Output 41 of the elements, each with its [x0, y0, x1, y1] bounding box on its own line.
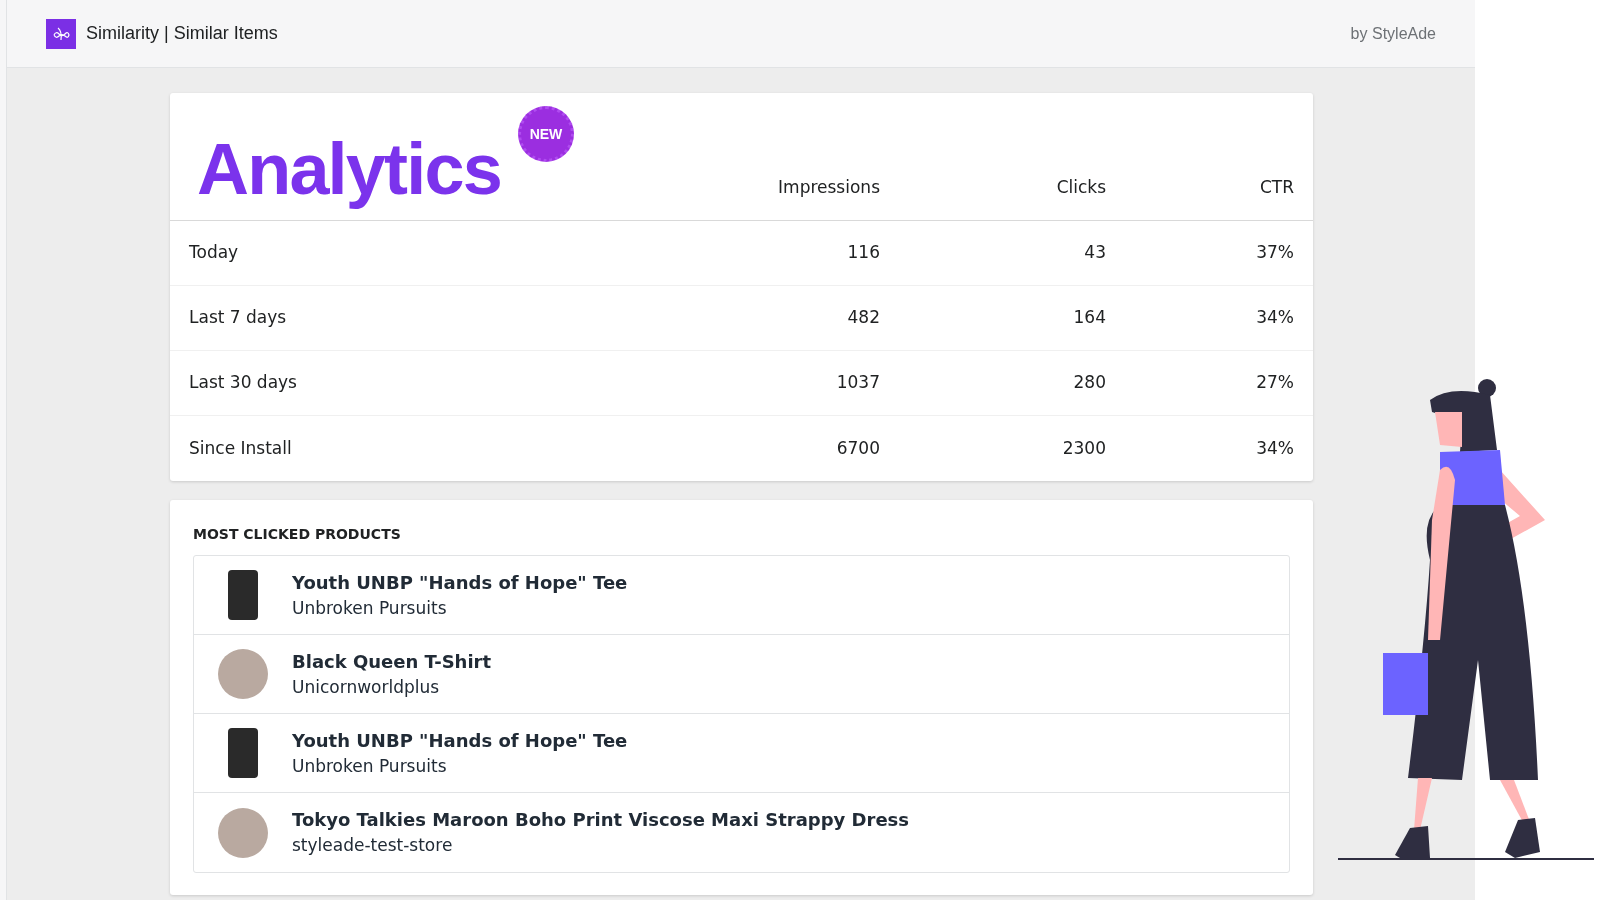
table-cell-text: 482 — [846, 306, 880, 330]
column-header: Clicks — [1055, 175, 1106, 199]
app-title: Similarity | Similar Items — [86, 22, 278, 45]
table-cell-text: 34% — [1255, 306, 1294, 330]
table-cell-text: 2300 — [1061, 436, 1106, 460]
table-cell-text: 6700 — [835, 436, 880, 460]
table-cell-text: 116 — [846, 241, 880, 265]
logo-icon — [46, 18, 76, 49]
period-cell-text: Since Install — [189, 436, 293, 460]
table-cell-text: 280 — [1072, 371, 1106, 395]
product-photo-placeholder — [218, 649, 268, 699]
product-name: Youth UNBP "Hands of Hope" Tee — [292, 570, 628, 595]
product-photo-placeholder — [228, 728, 258, 778]
column-header: CTR — [1258, 175, 1294, 199]
table-cell-text: 37% — [1255, 241, 1294, 265]
product-item[interactable]: Black Queen T-Shirt Unicornworldplus — [194, 635, 1289, 714]
period-cell-text: Last 30 days — [189, 371, 298, 395]
table-cell-text: 34% — [1255, 436, 1294, 460]
product-item[interactable]: Tokyo Talkies Maroon Boho Print Viscose Maxi Strappy Dress styleade-test-store — [194, 793, 1289, 872]
table-cell-text: 1037 — [835, 371, 880, 395]
store-name: styleade-test-store — [292, 834, 454, 858]
table-cell-text: 27% — [1255, 371, 1294, 395]
period-cell-text: Today — [189, 241, 240, 265]
store-name: Unbroken Pursuits — [292, 754, 448, 778]
table-cell-text: 43 — [1083, 241, 1106, 265]
column-header: Impressions — [777, 175, 880, 199]
period-cell-text: Last 7 days — [189, 306, 288, 330]
analytics-heading: Analytics — [197, 128, 501, 211]
product-name: Black Queen T-Shirt — [292, 649, 492, 674]
product-item[interactable]: Youth UNBP "Hands of Hope" Tee Unbroken Pursuits — [194, 556, 1289, 635]
new-badge: NEW — [518, 106, 574, 162]
product-name: Youth UNBP "Hands of Hope" Tee — [292, 728, 628, 753]
byline: by StyleAde — [1350, 23, 1436, 44]
product-name: Tokyo Talkies Maroon Boho Print Viscose Maxi Strappy Dress — [292, 808, 910, 833]
product-item[interactable]: Youth UNBP "Hands of Hope" Tee Unbroken Pursuits — [194, 714, 1289, 793]
table-cell-text: 164 — [1072, 306, 1106, 330]
store-name: Unicornworldplus — [292, 675, 441, 699]
section-title: MOST CLICKED PRODUCTS — [193, 525, 402, 544]
product-photo-placeholder — [228, 570, 258, 620]
store-name: Unbroken Pursuits — [292, 596, 448, 620]
product-photo-placeholder — [218, 807, 268, 858]
